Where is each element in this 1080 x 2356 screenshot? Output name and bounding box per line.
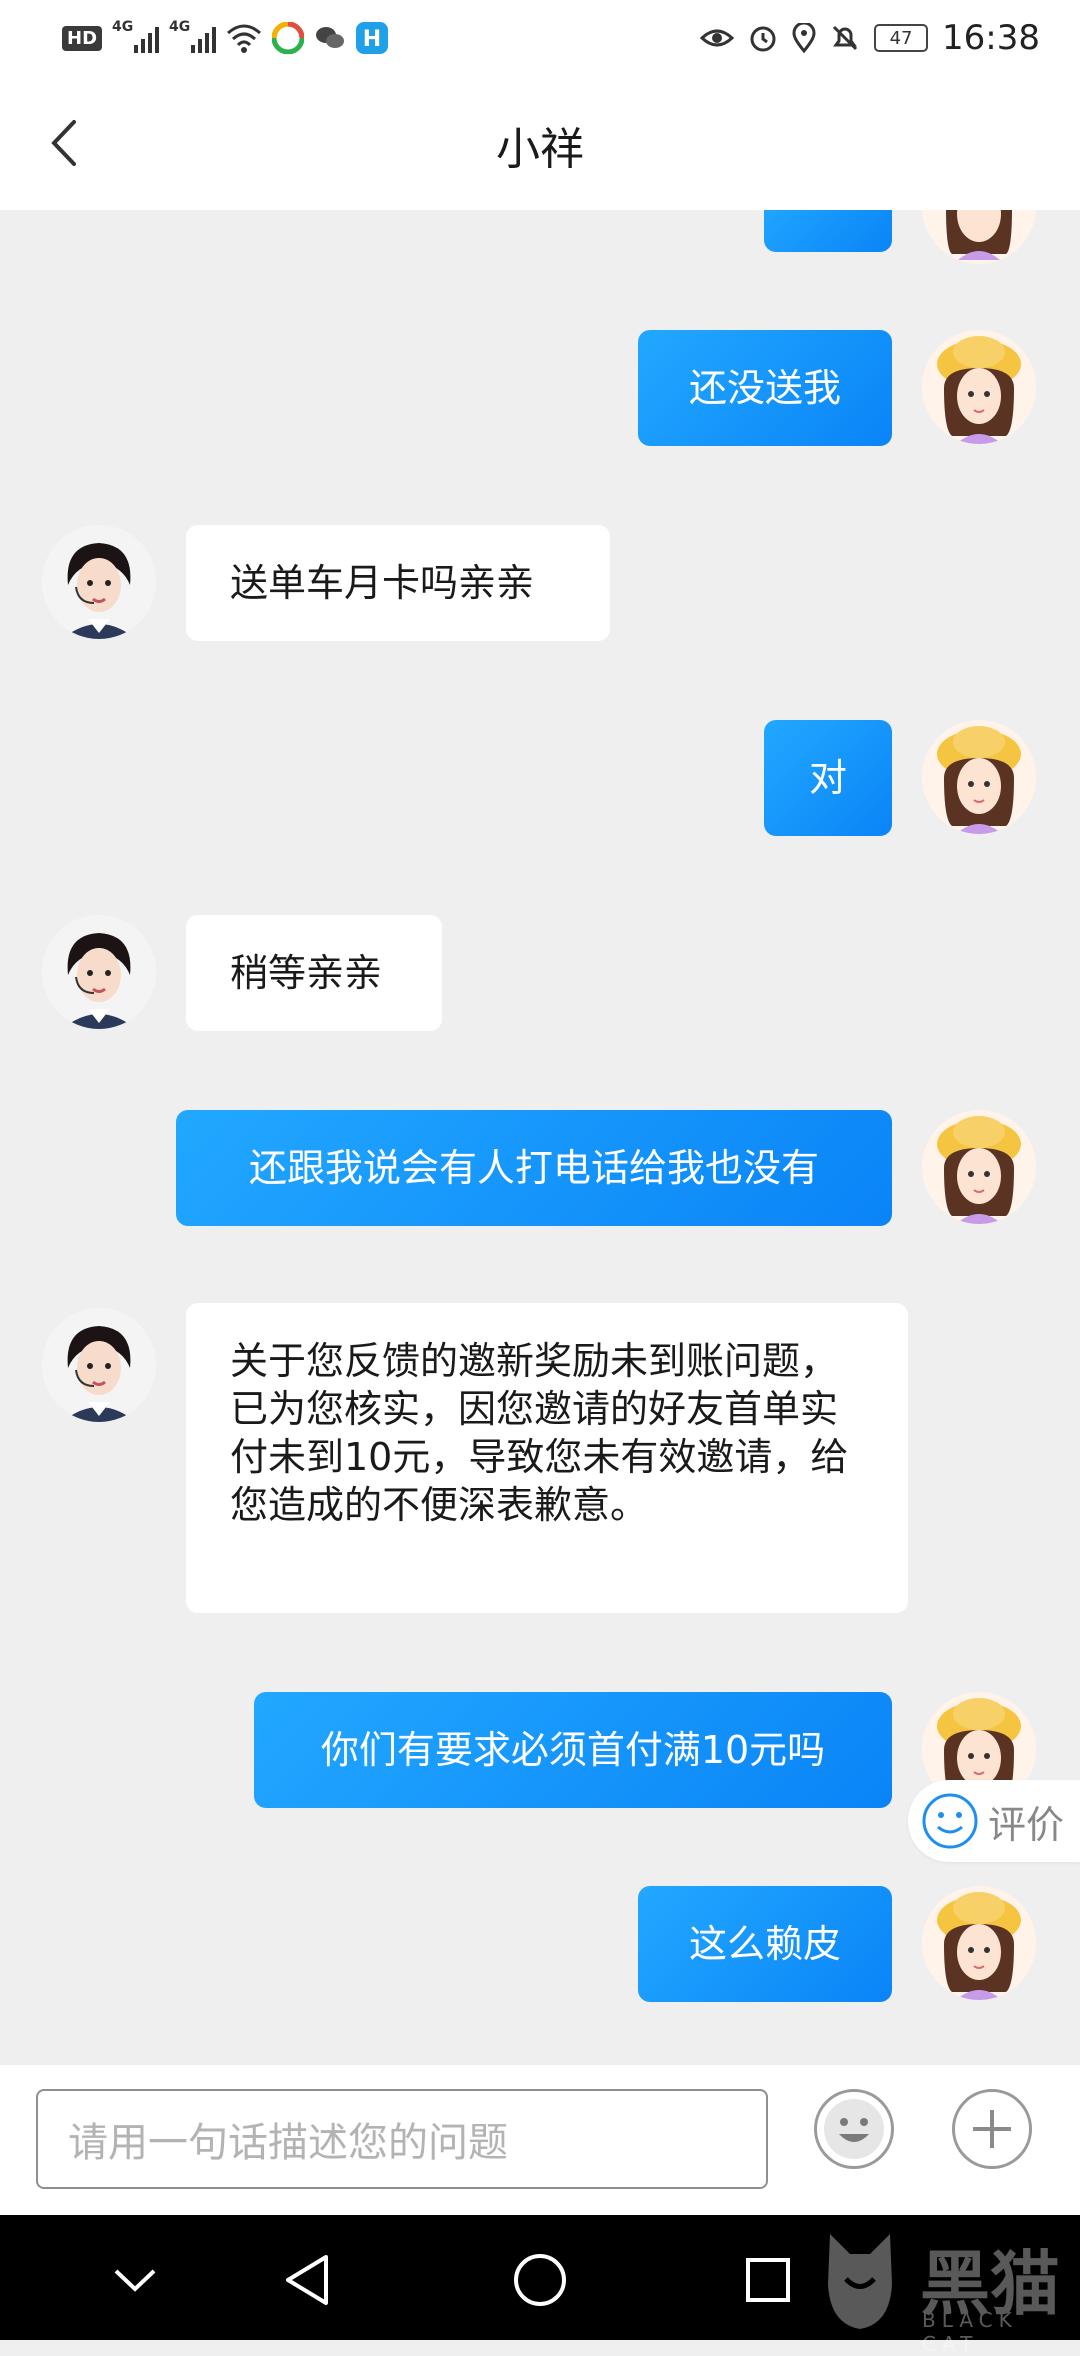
network-label-2: 4G (169, 19, 191, 35)
message-bubble-incoming[interactable]: 关于您反馈的邀新奖励未到账问题，已为您核实，因您邀请的好友首单实付未到10元，导… (186, 1303, 908, 1613)
watermark: 黑猫 BLACK CAT (810, 2220, 1080, 2356)
agent-avatar[interactable] (42, 1308, 156, 1422)
status-right: 47 16:38 (700, 18, 1040, 58)
message-bubble-outgoing-partial[interactable] (764, 210, 892, 252)
clock: 16:38 (942, 18, 1040, 58)
app-icon-colorful (272, 22, 305, 54)
cat-logo-icon (828, 2234, 892, 2329)
app-icon-h: H (356, 22, 389, 54)
message-bubble-outgoing[interactable]: 还没送我 (638, 330, 892, 446)
signal-icon-1: 4G (112, 19, 160, 53)
message-bubble-outgoing[interactable]: 还跟我说会有人打电话给我也没有 (176, 1110, 892, 1226)
agent-avatar-image (42, 1308, 156, 1422)
user-avatar[interactable] (922, 1886, 1036, 2000)
triangle-back-icon (286, 2255, 328, 2305)
smile-icon (922, 1793, 978, 1849)
hd-badge: HD (62, 25, 103, 51)
message-bubble-incoming[interactable]: 送单车月卡吗亲亲 (186, 525, 610, 641)
status-left: HD 4G 4G H (62, 18, 389, 58)
user-avatar-image (922, 330, 1036, 444)
signal-icon-2: 4G (169, 19, 217, 53)
top-bar: HD 4G 4G H 47 16:38 小祥 (0, 0, 1080, 210)
wifi-icon (227, 24, 262, 53)
message-input[interactable]: 请用一句话描述您的问题 (36, 2089, 768, 2189)
agent-avatar[interactable] (42, 525, 156, 639)
user-avatar-image (922, 1110, 1036, 1224)
agent-avatar[interactable] (42, 915, 156, 1029)
user-avatar[interactable] (922, 720, 1036, 834)
battery-indicator: 47 (874, 24, 929, 52)
status-bar: HD 4G 4G H 47 16:38 (0, 0, 1080, 75)
chevron-down-icon (114, 2269, 156, 2292)
user-avatar[interactable] (922, 1110, 1036, 1224)
chat-area[interactable]: 还没送我 送单车月卡吗亲亲 对 稍等亲亲 还跟我说会有人打电话给我也没有 关于您… (0, 210, 1080, 2065)
message-bubble-outgoing[interactable]: 对 (764, 720, 892, 836)
alarm-icon (750, 26, 776, 52)
nav-back-button[interactable] (272, 2245, 342, 2315)
agent-avatar-image (42, 915, 156, 1029)
user-avatar[interactable] (922, 210, 1036, 264)
emoji-button[interactable] (814, 2089, 894, 2169)
square-recents-icon (746, 2258, 790, 2302)
message-bubble-incoming[interactable]: 稍等亲亲 (186, 915, 442, 1031)
message-bubble-outgoing[interactable]: 这么赖皮 (638, 1886, 892, 2002)
message-bubble-outgoing[interactable]: 你们有要求必须首付满10元吗 (254, 1692, 892, 1808)
location-icon (792, 23, 816, 53)
rate-label: 评价 (988, 1802, 1065, 1847)
user-avatar[interactable] (922, 330, 1036, 444)
chat-header: 小祥 (0, 75, 1080, 210)
user-avatar-image (922, 210, 1036, 264)
svg-text:H: H (363, 27, 381, 52)
agent-avatar-image (42, 525, 156, 639)
eye-icon (700, 29, 735, 47)
rate-button[interactable]: 评价 (908, 1780, 1080, 1862)
network-label-1: 4G (112, 19, 134, 35)
nav-collapse-button[interactable] (100, 2245, 170, 2315)
wechat-icon (316, 27, 345, 48)
nav-home-button[interactable] (505, 2245, 575, 2315)
input-bar: 请用一句话描述您的问题 (0, 2065, 1080, 2215)
user-avatar-image (922, 720, 1036, 834)
user-avatar-image (922, 1886, 1036, 2000)
watermark-subtext: BLACK CAT (922, 2308, 1018, 2356)
mute-bell-icon (832, 25, 858, 51)
plus-icon (973, 2110, 1011, 2148)
circle-home-icon (514, 2254, 566, 2306)
nav-recents-button[interactable] (733, 2245, 803, 2315)
add-button[interactable] (952, 2089, 1032, 2169)
page-title: 小祥 (496, 124, 584, 175)
emoji-icon (824, 2099, 884, 2159)
